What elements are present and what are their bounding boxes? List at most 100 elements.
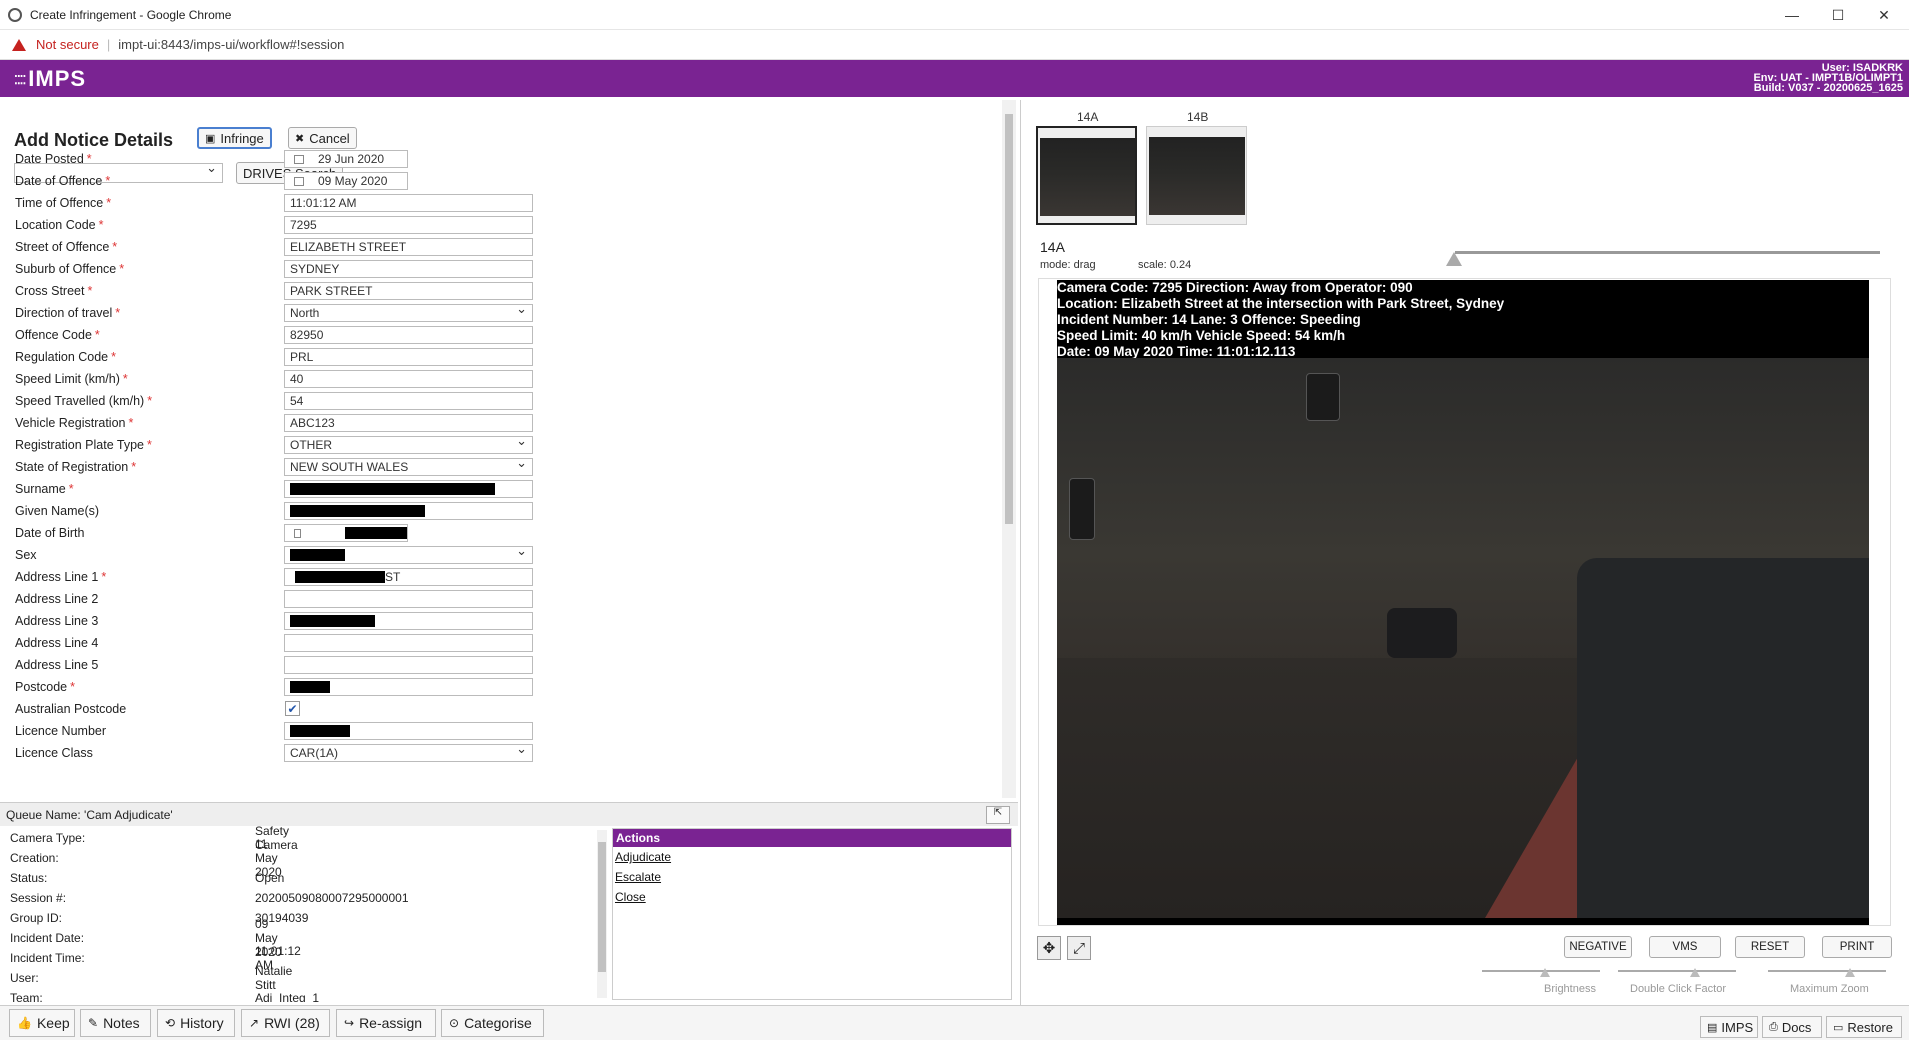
- calendar-icon[interactable]: [294, 176, 304, 186]
- infringe-label: Infringe: [220, 130, 264, 146]
- queue-name: Queue Name: 'Cam Adjudicate': [6, 807, 173, 822]
- action-link[interactable]: Close: [613, 887, 1011, 907]
- keep-button[interactable]: 👍 Keep: [9, 1009, 75, 1037]
- field-input[interactable]: PRL: [284, 348, 533, 366]
- field-input[interactable]: [284, 524, 408, 542]
- queue-scroll-thumb[interactable]: [598, 842, 606, 972]
- x-icon: ✖: [295, 132, 305, 145]
- australian-postcode-checkbox[interactable]: ✔: [285, 701, 300, 716]
- required-mark: *: [94, 328, 100, 342]
- field-input[interactable]: [284, 634, 533, 652]
- field-input[interactable]: OTHER: [284, 433, 533, 454]
- minimize-icon[interactable]: —: [1769, 0, 1815, 30]
- field-input[interactable]: 09 May 2020: [284, 172, 408, 190]
- imps-tab-button[interactable]: ▤ IMPS: [1700, 1016, 1758, 1038]
- calendar-icon[interactable]: [294, 154, 304, 164]
- pan-icon[interactable]: ✥: [1037, 936, 1061, 960]
- field-input[interactable]: NEW SOUTH WALES: [284, 455, 533, 476]
- zoom-slider-handle[interactable]: [1446, 252, 1462, 266]
- field-input[interactable]: 40: [284, 370, 533, 388]
- action-link[interactable]: Escalate: [613, 867, 1011, 887]
- thumb-label-14a: 14A: [1077, 110, 1099, 124]
- redacted-block: [345, 527, 407, 539]
- scale-value: 0.24: [1169, 259, 1192, 271]
- url-text[interactable]: impt-ui:8443/imps-ui/workflow#!session: [118, 37, 344, 52]
- re-assign-button[interactable]: ↪ Re-assign: [336, 1009, 436, 1037]
- thumbnail-14b[interactable]: [1146, 126, 1247, 225]
- slider-handle[interactable]: [1540, 968, 1550, 977]
- redacted-block: [290, 549, 345, 561]
- pane-divider[interactable]: [1020, 100, 1021, 1005]
- slider-track[interactable]: [1768, 970, 1886, 972]
- field-label: Given Name(s): [15, 502, 99, 520]
- action-link[interactable]: Adjudicate: [613, 847, 1011, 867]
- field-input[interactable]: ABC123: [284, 414, 533, 432]
- reset-button[interactable]: RESET: [1735, 936, 1805, 958]
- restore-tab-button[interactable]: ▭ Restore: [1826, 1016, 1902, 1038]
- field-input[interactable]: 29 Jun 2020: [284, 150, 408, 168]
- required-mark: *: [68, 482, 74, 496]
- field-input[interactable]: PARK STREET: [284, 282, 533, 300]
- field-input[interactable]: 54: [284, 392, 533, 410]
- vms-button[interactable]: VMS: [1649, 936, 1721, 958]
- field-input[interactable]: [284, 656, 533, 674]
- infringe-button[interactable]: ▣ Infringe: [197, 127, 272, 149]
- required-mark: *: [147, 394, 153, 408]
- actions-panel: Actions Adjudicate Escalate Close: [612, 828, 1012, 1000]
- field-input[interactable]: [284, 543, 533, 564]
- field-value: 54: [290, 394, 304, 408]
- calendar-icon[interactable]: [294, 528, 302, 538]
- field-input[interactable]: 82950: [284, 326, 533, 344]
- slider-track[interactable]: [1618, 970, 1736, 972]
- queue-row: Session #: 20200509080007295000001: [10, 888, 409, 908]
- field-input[interactable]: ST: [284, 568, 533, 586]
- field-input[interactable]: North: [284, 301, 533, 322]
- field-value: ELIZABETH STREET: [290, 240, 407, 254]
- history-button[interactable]: ⟲ History: [157, 1009, 235, 1037]
- imps-logo[interactable]: ⁚⁚⁚⁚ IMPS: [14, 66, 86, 92]
- field-input[interactable]: [284, 722, 533, 740]
- slider-handle[interactable]: [1845, 968, 1855, 977]
- field-input[interactable]: [284, 678, 533, 696]
- negative-button[interactable]: NEGATIVE: [1564, 936, 1632, 958]
- fit-icon[interactable]: ⤢: [1067, 936, 1091, 960]
- field-input[interactable]: [284, 590, 533, 608]
- field-label-text: Sex: [15, 548, 37, 562]
- field-input[interactable]: ELIZABETH STREET: [284, 238, 533, 256]
- overlay-line: Location: Elizabeth Street at the inters…: [1057, 296, 1505, 311]
- maximize-icon[interactable]: ☐: [1815, 0, 1861, 30]
- queue-row-label: Incident Time:: [10, 951, 85, 965]
- field-input[interactable]: 7295: [284, 216, 533, 234]
- zoom-slider-track[interactable]: [1455, 251, 1880, 254]
- thumbnail-14a[interactable]: [1036, 126, 1137, 225]
- field-input[interactable]: [284, 502, 533, 520]
- categorise-button[interactable]: ⊙ Categorise: [441, 1009, 544, 1037]
- field-input[interactable]: CAR(1A): [284, 741, 533, 762]
- docs-tab-button[interactable]: ⎙ Docs: [1762, 1016, 1822, 1038]
- field-input[interactable]: [284, 480, 533, 498]
- redacted-block: [290, 725, 350, 737]
- queue-toggle-icon[interactable]: ⇱: [986, 806, 1010, 824]
- field-input[interactable]: SYDNEY: [284, 260, 533, 278]
- rwi-28-button[interactable]: ↗ RWI (28): [241, 1009, 330, 1037]
- chrome-icon: [8, 7, 22, 22]
- notes-button[interactable]: ✎ Notes: [80, 1009, 151, 1037]
- tab-label: Docs: [1781, 1019, 1812, 1035]
- redacted-block: [290, 615, 375, 627]
- form-scrollbar[interactable]: [1002, 100, 1016, 798]
- cancel-button[interactable]: ✖ Cancel: [288, 127, 357, 149]
- field-label: Licence Class: [15, 744, 93, 762]
- page-title: Add Notice Details: [14, 130, 174, 150]
- field-input[interactable]: 11:01:12 AM: [284, 194, 533, 212]
- queue-scrollbar[interactable]: [597, 830, 607, 998]
- scroll-thumb[interactable]: [1005, 114, 1013, 524]
- thumbnail-image: [1149, 137, 1245, 215]
- address-bar[interactable]: Not secure | impt-ui:8443/imps-ui/workfl…: [0, 30, 1909, 60]
- print-button[interactable]: PRINT: [1822, 936, 1892, 958]
- field-input[interactable]: [284, 612, 533, 630]
- slider-handle[interactable]: [1690, 968, 1700, 977]
- camera-image[interactable]: Camera Code: 7295 Direction: Away from O…: [1057, 280, 1869, 925]
- field-label-text: Date Posted: [15, 152, 84, 166]
- close-icon[interactable]: ✕: [1861, 0, 1907, 30]
- queue-row: Creation: 11 May 2020: [10, 837, 282, 879]
